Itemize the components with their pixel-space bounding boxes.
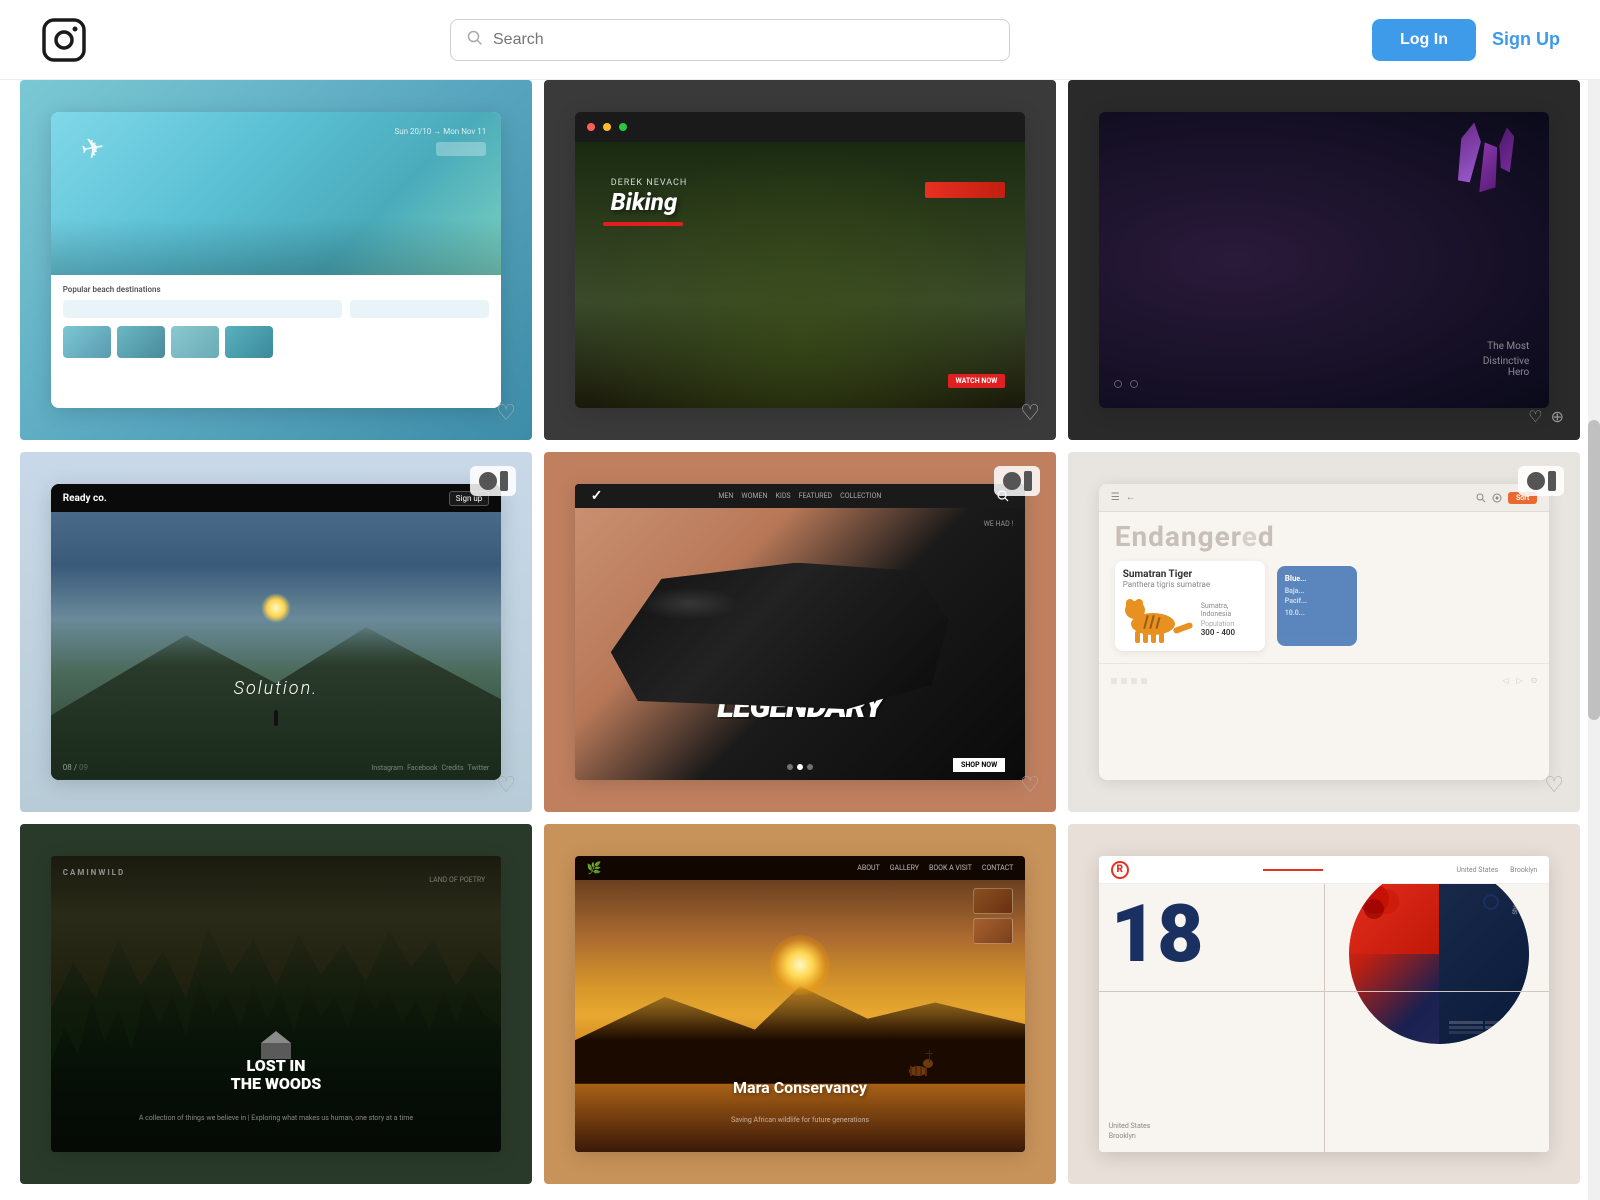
species-name: Sumatran Tiger [1123,569,1257,580]
share-button[interactable]: ⊕ [1551,407,1564,426]
card-mockup: ☰ ← Sort Endangered Sumatran Tiger Panth… [1099,484,1550,779]
carousel-dots [787,764,813,770]
grid-item[interactable]: Ready co. Sign up Solution. 08 / 09 Inst… [20,452,532,812]
city-circle: ShoppeRed [1349,884,1529,1044]
card-mockup: The Most Distinctive Hero [1099,112,1550,407]
nav-links: ABOUT GALLERY BOOK A VISIT CONTACT [857,864,1013,872]
card-mockup: 🌿 ABOUT GALLERY BOOK A VISIT CONTACT [575,856,1026,1151]
shop-button[interactable]: SHOP NOW [953,758,1005,772]
search-area [450,19,1010,61]
grid-item[interactable]: ☰ ← Sort Endangered Sumatran Tiger Panth… [1068,452,1580,812]
sidebar-text: ShoppeRed [1512,884,1519,914]
card-mockup: ✓ MEN WOMEN KIDS FEATURED COLLECTION [575,484,1026,779]
grid-item[interactable]: DEREK NEVACH Biking WATCH NOW ♡ [544,80,1056,440]
card-title: Endangered [1099,512,1550,557]
card-title: Solution. [234,678,319,699]
nav-links: United States Brooklyn [1457,866,1538,874]
card-title: Mara Conservancy [733,1078,867,1097]
scrollbar[interactable] [1588,0,1600,1200]
brand-logo: CAMINWILD [63,868,125,877]
card-text: The Most Distinctive Hero [1483,341,1529,378]
nike-logo: ✓ [591,488,603,504]
species-card: Sumatran Tiger Panthera tigris sumatrae [1115,561,1265,651]
species-latin: Panthera tigris sumatrae [1123,580,1257,589]
person-silhouette [274,710,278,726]
grid-item[interactable]: The Most Distinctive Hero ♡ ⊕ [1068,80,1580,440]
like-button[interactable]: ♡ [1020,773,1040,798]
signup-button[interactable]: Sign Up [1492,29,1560,50]
plane-icon: ✈ [78,131,107,168]
card-number: 08 / 09 [63,763,88,772]
search-icon [467,30,483,50]
grid-item[interactable]: ✓ MEN WOMEN KIDS FEATURED COLLECTION [544,452,1056,812]
sun-graphic [261,593,291,623]
search-input[interactable] [493,31,993,49]
like-button[interactable]: ♡ [1528,407,1542,426]
species-location: Sumatra, Indonesia [1201,602,1257,618]
like-button[interactable]: ♡ [1020,401,1040,426]
logo-area [40,16,88,64]
thumbnail-gallery [973,888,1013,944]
hamburger-icon: ☰ [1111,492,1120,503]
like-button[interactable]: ♡ [1544,773,1564,798]
social-links: Instagram Facebook Credits Twitter [372,764,490,772]
video-indicator [994,466,1040,496]
card-mockup: Ready co. Sign up Solution. 08 / 09 Inst… [51,484,502,779]
card-mockup: CAMINWILD LAND OF POETRY LOST INTHE WOOD… [51,856,502,1151]
card-subtitle: A collection of things we believe in | E… [96,1114,456,1122]
grid-item[interactable]: ✈ Sun 20/10 → Mon Nov 11 Popular beach d… [20,80,532,440]
grid-item[interactable]: CAMINWILD LAND OF POETRY LOST INTHE WOOD… [20,824,532,1184]
grid-item[interactable]: R United States Brooklyn 18 [1068,824,1580,1184]
login-button[interactable]: Log In [1372,19,1476,61]
vertical-divider [1324,884,1325,1151]
card-mockup: DEREK NEVACH Biking WATCH NOW [575,112,1026,407]
card-mockup: R United States Brooklyn 18 [1099,856,1550,1151]
video-indicator [470,466,516,496]
card-number: 18 [1111,894,1204,974]
card-mockup: ✈ Sun 20/10 → Mon Nov 11 Popular beach d… [51,112,502,407]
like-button[interactable]: ♡ [496,773,516,798]
like-button[interactable]: ♡ [496,401,516,426]
header: Log In Sign Up [0,0,1600,80]
species-count: 300 - 400 [1201,628,1257,637]
next-species-card: Blue... Baja... Pacif... 10.0... [1277,566,1357,646]
search-box[interactable] [450,19,1010,61]
horizontal-divider [1099,991,1550,992]
brand-logo: 🌿 [587,861,602,875]
card-title: LOST INTHE WOODS [231,1057,322,1092]
auth-area: Log In Sign Up [1372,19,1560,61]
video-indicator [1518,466,1564,496]
brand-logo: R [1111,861,1129,879]
grid-item[interactable]: 🌿 ABOUT GALLERY BOOK A VISIT CONTACT [544,824,1056,1184]
back-icon: ← [1126,492,1136,503]
nav-links: MEN WOMEN KIDS FEATURED COLLECTION [718,492,881,500]
brand-logo: Ready co. [63,493,107,504]
instagram-logo-icon [40,16,88,64]
grid-container: ✈ Sun 20/10 → Mon Nov 11 Popular beach d… [0,80,1600,1184]
scrollbar-thumb[interactable] [1588,420,1600,720]
